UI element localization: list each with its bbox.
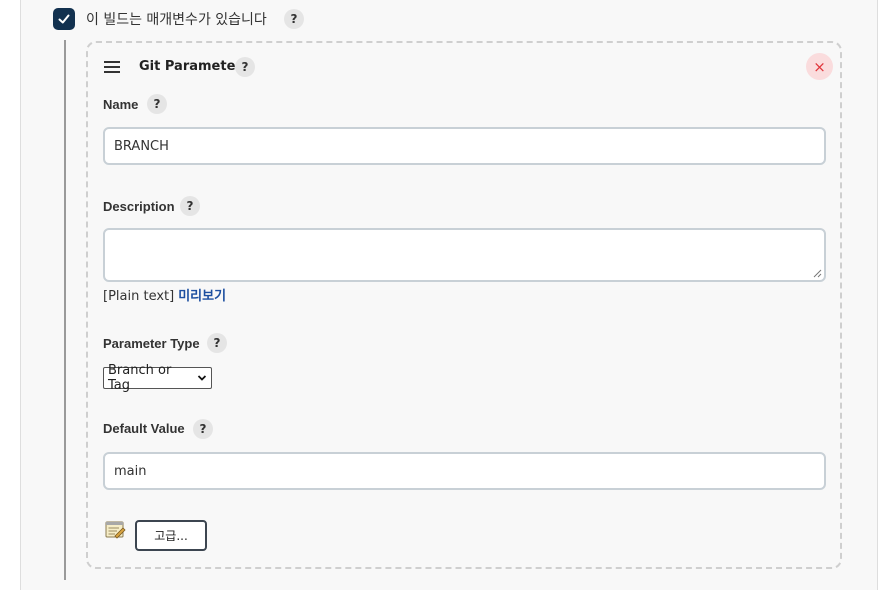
params-checkbox[interactable]	[53, 8, 75, 30]
parameter-type-select[interactable]: Branch or Tag	[103, 363, 212, 393]
description-hint: [Plain text] 미리보기	[103, 285, 226, 304]
params-help-icon[interactable]: ?	[284, 9, 304, 29]
checkmark-icon	[58, 14, 70, 24]
chevron-down-icon	[197, 375, 207, 381]
default-value-value: main	[114, 463, 147, 479]
parameter-type-help-icon[interactable]: ?	[207, 333, 227, 353]
default-value-label: Default Value	[103, 421, 185, 436]
description-help-icon[interactable]: ?	[180, 196, 200, 216]
parameter-type-label: Parameter Type	[103, 336, 200, 351]
default-value-help-icon[interactable]: ?	[193, 419, 213, 439]
name-help-icon[interactable]: ?	[147, 94, 167, 114]
name-input-value: BRANCH	[114, 138, 169, 154]
close-icon: ×	[813, 57, 826, 76]
card-help-icon[interactable]: ?	[235, 57, 255, 77]
description-label: Description	[103, 199, 175, 214]
plain-text-label: [Plain text]	[103, 289, 175, 304]
name-label: Name	[103, 97, 139, 112]
default-value-input[interactable]: main	[103, 452, 826, 490]
parameter-type-value: Branch or Tag	[108, 363, 172, 393]
description-textarea[interactable]	[103, 228, 826, 282]
nesting-line	[64, 40, 66, 580]
preview-link[interactable]: 미리보기	[178, 289, 226, 304]
card-title: Git Parameter	[139, 59, 242, 74]
notepad-icon[interactable]	[104, 519, 126, 541]
advanced-button[interactable]: 고급...	[135, 520, 207, 551]
resize-grip-icon[interactable]	[813, 269, 822, 278]
params-checkbox-label: 이 빌드는 매개변수가 있습니다	[86, 12, 267, 28]
delete-parameter-button[interactable]: ×	[806, 53, 833, 80]
name-input[interactable]: BRANCH	[103, 127, 826, 165]
drag-handle-icon[interactable]	[104, 61, 120, 73]
